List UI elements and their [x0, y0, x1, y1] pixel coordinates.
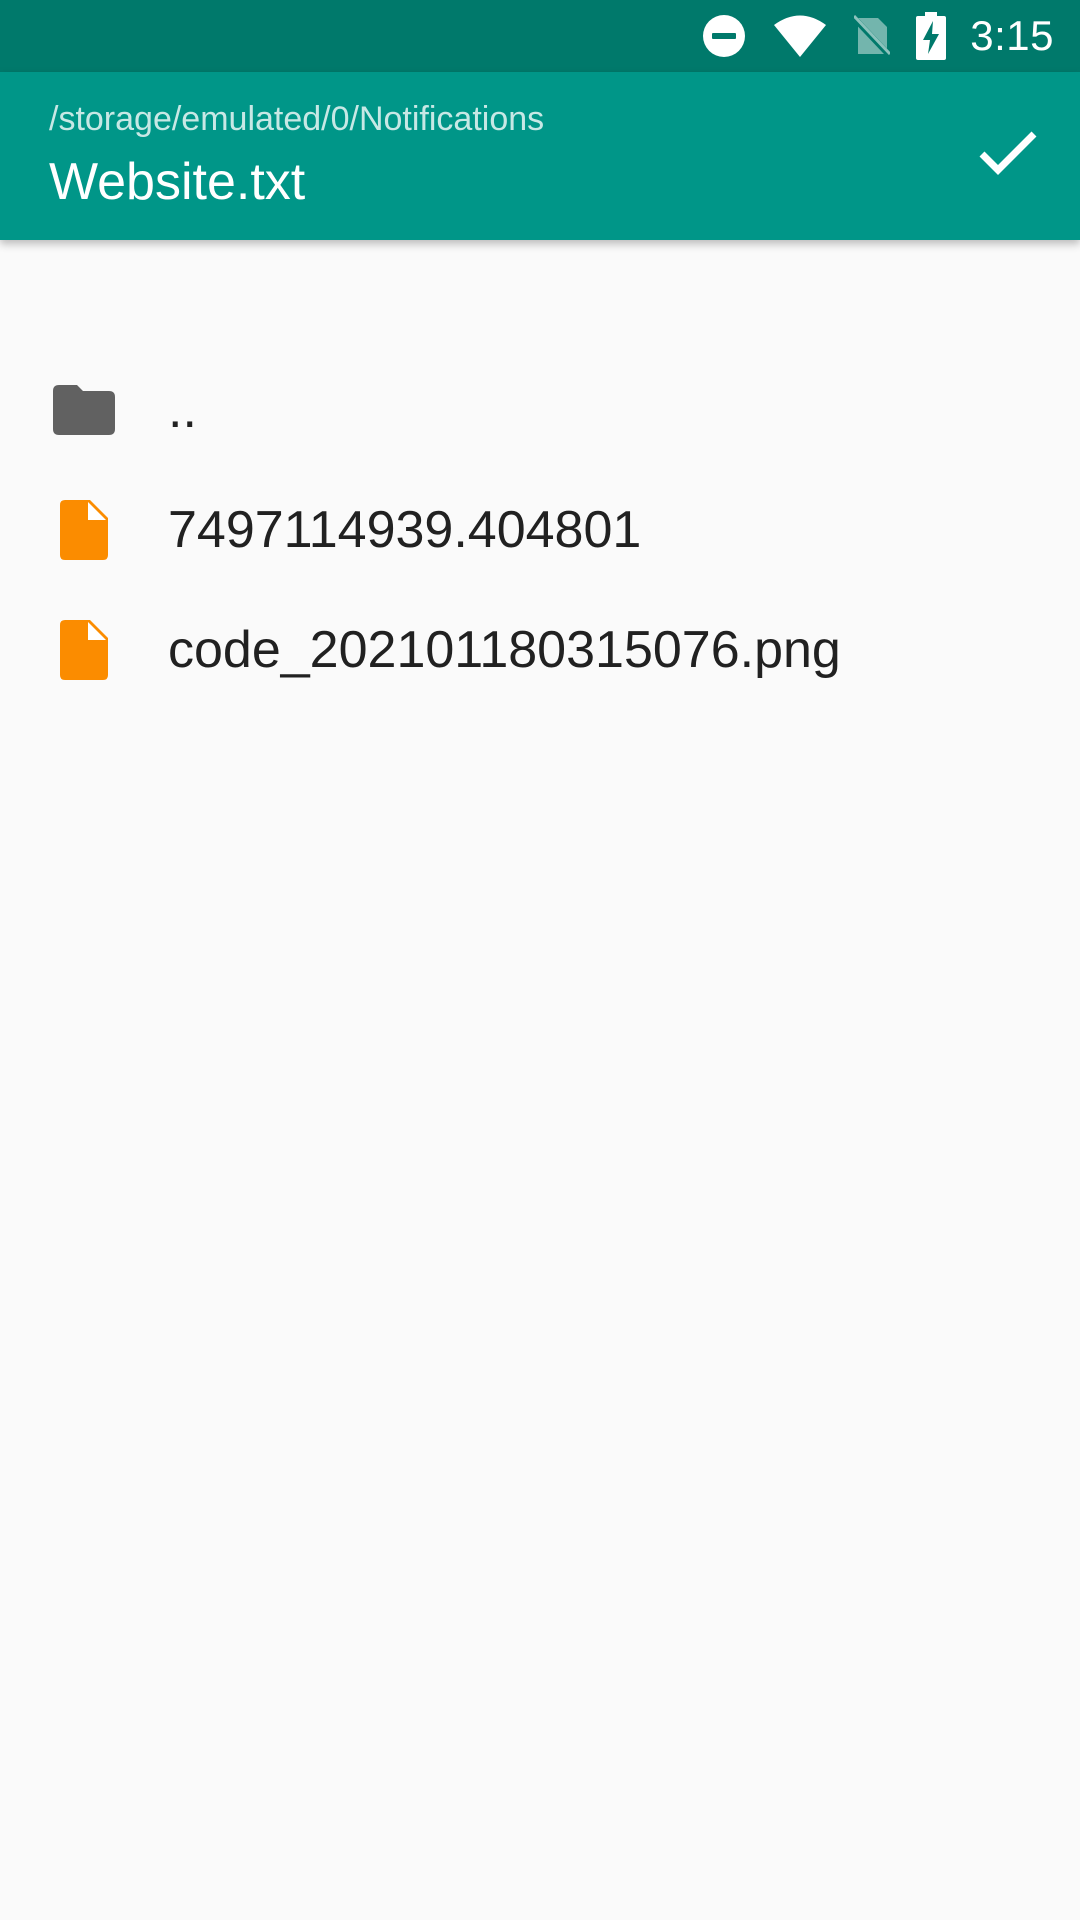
file-icon [50, 496, 118, 564]
status-bar: 3:15 [0, 0, 1080, 72]
current-path: /storage/emulated/0/Notifications [49, 100, 545, 138]
list-item-file[interactable]: code_202101180315076.png [0, 590, 1080, 710]
no-sim-icon [854, 14, 891, 58]
do-not-disturb-icon [702, 14, 746, 58]
page-title: Website.txt [49, 153, 306, 211]
confirm-button[interactable] [960, 108, 1056, 204]
wifi-icon [772, 14, 828, 58]
status-time: 3:15 [970, 12, 1054, 59]
list-item-label: .. [168, 381, 197, 439]
file-icon [50, 616, 118, 684]
list-item-label: code_202101180315076.png [168, 621, 841, 679]
file-list: .. 7497114939.404801 code_20210118031507… [0, 240, 1080, 710]
battery-charging-icon [916, 12, 947, 60]
list-item-parent-folder[interactable]: .. [0, 350, 1080, 470]
folder-icon [50, 376, 118, 444]
list-item-file[interactable]: 7497114939.404801 [0, 470, 1080, 590]
check-icon [978, 130, 1038, 183]
list-item-label: 7497114939.404801 [168, 501, 642, 559]
app-bar: /storage/emulated/0/Notifications Websit… [0, 72, 1080, 240]
